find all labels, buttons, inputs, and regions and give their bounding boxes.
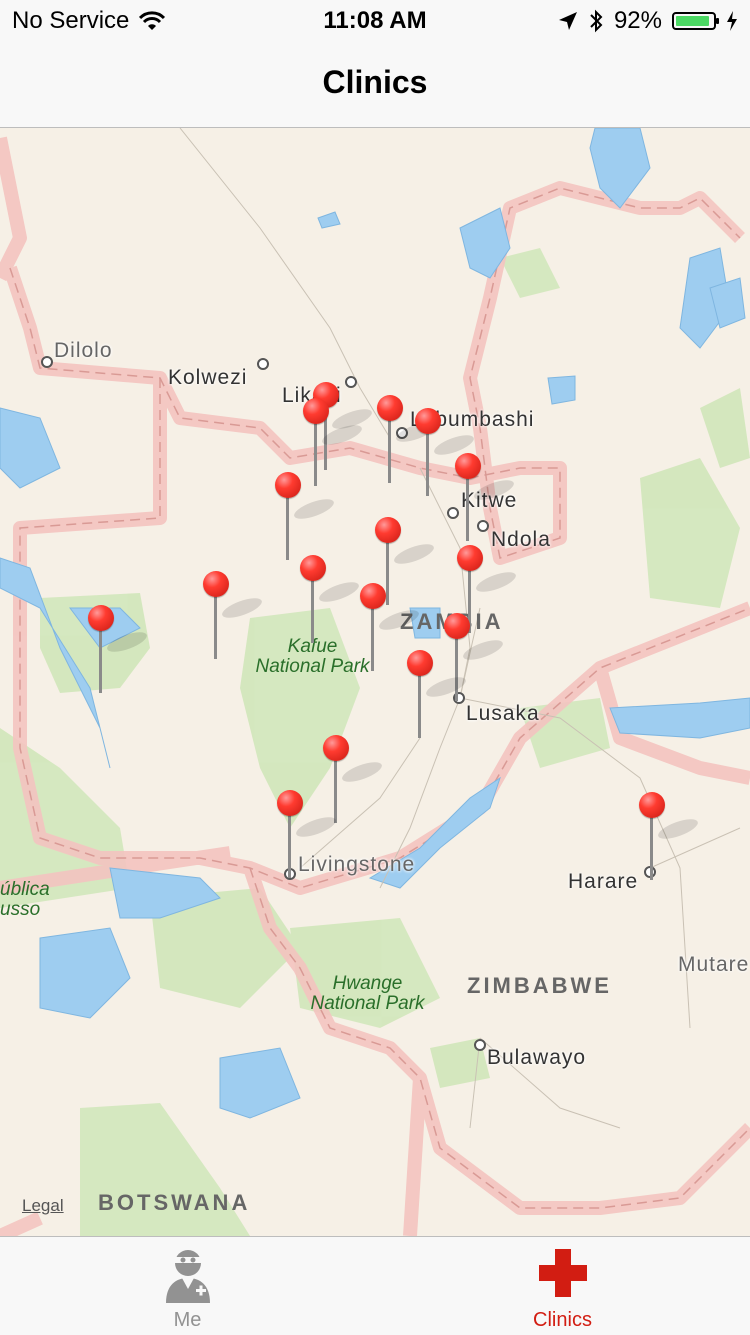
legal-link[interactable]: Legal xyxy=(22,1196,64,1216)
tab-me-label: Me xyxy=(173,1309,202,1331)
battery-icon xyxy=(672,12,719,30)
clinic-pin[interactable] xyxy=(298,555,362,643)
map-label-russo: usso xyxy=(0,899,41,920)
city-label-lusaka: Lusaka xyxy=(466,702,540,725)
tab-clinics[interactable]: Clinics xyxy=(375,1237,750,1335)
tab-bar: Me Clinics xyxy=(0,1236,750,1334)
clinic-pin[interactable] xyxy=(453,453,517,541)
park-label-kafue: Kafue National Park xyxy=(255,636,370,677)
red-cross-icon xyxy=(538,1249,587,1297)
clinic-pin[interactable] xyxy=(358,583,422,671)
charging-bolt-icon xyxy=(727,11,737,31)
navigation-bar: Clinics xyxy=(0,40,750,128)
map-label-republica: ública xyxy=(0,879,50,900)
clinic-pin[interactable] xyxy=(201,571,265,659)
country-label-zimbabwe: ZIMBABWE xyxy=(467,973,612,998)
clinic-pin[interactable] xyxy=(405,650,469,738)
clinic-pin[interactable] xyxy=(301,398,365,486)
city-label-bulawayo: Bulawayo xyxy=(487,1046,587,1069)
country-label-botswana: BOTSWANA xyxy=(98,1190,251,1215)
city-label-kolwezi: Kolwezi xyxy=(168,366,248,389)
status-bar: No Service 11:08 AM 92% xyxy=(0,0,750,40)
tab-clinics-label: Clinics xyxy=(533,1309,592,1331)
clinic-pin[interactable] xyxy=(275,790,339,878)
clinic-pin[interactable] xyxy=(273,472,337,560)
clinic-pin[interactable] xyxy=(375,395,439,483)
page-title: Clinics xyxy=(322,64,428,100)
battery-percent: 92% xyxy=(613,7,662,34)
city-label-mutare: Mutare xyxy=(678,953,750,976)
tab-me[interactable]: Me xyxy=(0,1237,375,1335)
bluetooth-icon xyxy=(590,9,603,33)
city-label-harare: Harare xyxy=(568,870,639,893)
clinics-map[interactable]: Dilolo Kolwezi Likasi Lubumbashi Kitwe N… xyxy=(0,128,750,1236)
city-label-dilolo: Dilolo xyxy=(54,339,113,362)
doctor-icon xyxy=(165,1250,210,1303)
clinic-pin[interactable] xyxy=(321,735,385,823)
park-label-hwange: Hwange National Park xyxy=(310,973,425,1014)
clinic-pin[interactable] xyxy=(413,408,477,496)
city-label-livingstone: Livingstone xyxy=(298,853,416,876)
city-label-ndola: Ndola xyxy=(491,528,551,551)
location-arrow-icon xyxy=(558,12,577,30)
clinic-pin[interactable] xyxy=(637,792,701,880)
battery-level-fill xyxy=(676,16,710,26)
clinic-pin[interactable] xyxy=(86,605,150,693)
